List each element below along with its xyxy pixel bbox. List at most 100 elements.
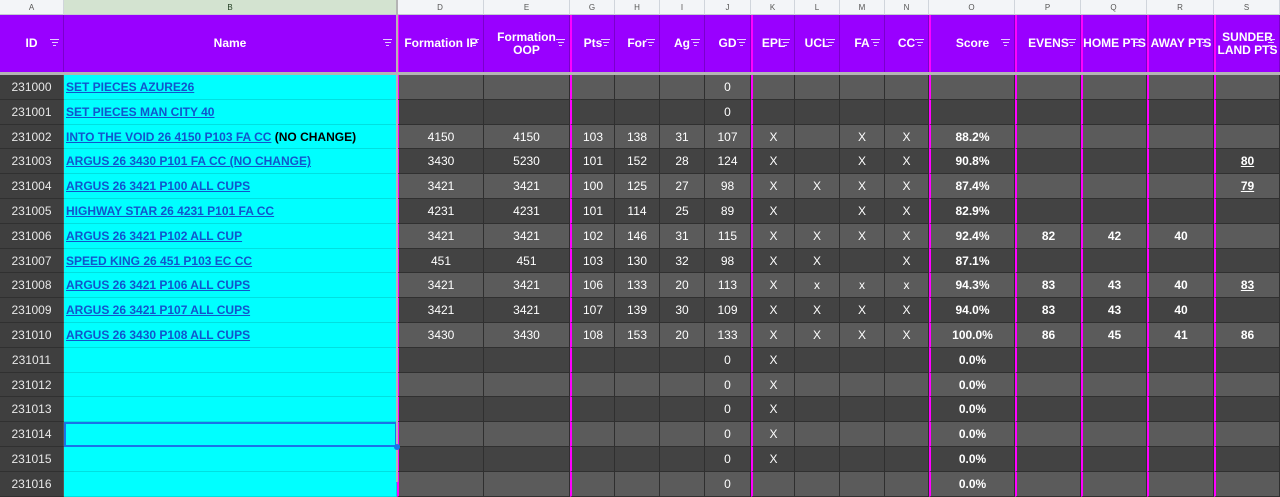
row-id[interactable]: 231016 — [0, 471, 64, 497]
header-fa[interactable]: FA — [840, 15, 885, 72]
data-cell-evens[interactable]: 82 — [1015, 223, 1081, 249]
data-cell-sunder-land-pts[interactable]: 80 — [1214, 149, 1280, 175]
row-id[interactable]: 231003 — [0, 149, 64, 175]
filter-icon[interactable] — [1200, 39, 1209, 47]
data-cell-ag[interactable]: 31 — [660, 223, 705, 249]
data-cell-formation-oop[interactable]: 4150 — [484, 124, 570, 150]
data-cell-cc[interactable] — [885, 471, 929, 497]
data-cell-evens[interactable] — [1015, 124, 1081, 150]
data-cell-sunder-land-pts[interactable] — [1214, 471, 1280, 497]
filter-icon[interactable] — [871, 39, 880, 47]
data-cell-ag[interactable] — [660, 422, 705, 447]
name-cell[interactable]: ARGUS 26 3421 P106 ALL CUPS — [64, 273, 397, 299]
data-cell-formation-oop[interactable]: 5230 — [484, 149, 570, 175]
data-cell-epl[interactable]: X — [751, 124, 795, 150]
filter-icon[interactable] — [826, 39, 835, 47]
name-cell[interactable]: ARGUS 26 3421 P102 ALL CUP — [64, 223, 397, 249]
data-cell-cc[interactable]: X — [885, 149, 929, 175]
data-cell-home-pts[interactable] — [1081, 471, 1147, 497]
data-cell-formation-ip[interactable]: 4231 — [397, 199, 484, 224]
filter-icon[interactable] — [1133, 39, 1142, 47]
data-cell-pts[interactable] — [570, 397, 615, 423]
column-letter-m[interactable]: M — [840, 0, 885, 15]
data-cell-score[interactable]: 0.0% — [929, 372, 1015, 398]
data-cell-evens[interactable] — [1015, 99, 1081, 125]
data-cell-gd[interactable]: 0 — [705, 99, 751, 125]
data-cell-cc[interactable] — [885, 99, 929, 125]
data-cell-sunder-land-pts[interactable] — [1214, 199, 1280, 224]
data-cell-away-pts[interactable] — [1147, 99, 1214, 125]
column-letter-o[interactable]: O — [929, 0, 1015, 15]
data-cell-ucl[interactable] — [795, 124, 840, 150]
row-id[interactable]: 231013 — [0, 397, 64, 423]
data-cell-sunder-land-pts[interactable] — [1214, 99, 1280, 125]
data-cell-fa[interactable]: X — [840, 323, 885, 348]
data-cell-home-pts[interactable] — [1081, 149, 1147, 175]
data-cell-formation-ip[interactable]: 3421 — [397, 174, 484, 199]
column-letter-d[interactable]: D — [397, 0, 484, 15]
data-cell-epl[interactable]: X — [751, 447, 795, 472]
data-cell-away-pts[interactable] — [1147, 397, 1214, 423]
data-cell-cc[interactable] — [885, 347, 929, 373]
data-cell-score[interactable] — [929, 75, 1015, 100]
column-letter-p[interactable]: P — [1015, 0, 1081, 15]
data-cell-for[interactable]: 139 — [615, 298, 660, 323]
data-cell-pts[interactable] — [570, 422, 615, 447]
data-cell-pts[interactable] — [570, 372, 615, 398]
data-cell-score[interactable]: 100.0% — [929, 323, 1015, 348]
data-cell-epl[interactable]: X — [751, 323, 795, 348]
data-cell-gd[interactable]: 133 — [705, 323, 751, 348]
data-cell-score[interactable]: 94.3% — [929, 273, 1015, 299]
name-link[interactable]: SPEED KING 26 451 P103 EC CC — [66, 254, 252, 268]
data-cell-pts[interactable] — [570, 75, 615, 100]
data-cell-gd[interactable]: 115 — [705, 223, 751, 249]
data-cell-for[interactable] — [615, 397, 660, 423]
data-cell-sunder-land-pts[interactable] — [1214, 124, 1280, 150]
data-cell-home-pts[interactable] — [1081, 248, 1147, 274]
data-cell-sunder-land-pts[interactable] — [1214, 75, 1280, 100]
data-cell-ucl[interactable]: x — [795, 273, 840, 299]
data-cell-cc[interactable]: X — [885, 174, 929, 199]
name-link[interactable]: ARGUS 26 3421 P107 ALL CUPS — [66, 303, 250, 317]
data-cell-sunder-land-pts[interactable] — [1214, 298, 1280, 323]
row-id[interactable]: 231005 — [0, 199, 64, 224]
data-cell-ucl[interactable] — [795, 397, 840, 423]
data-cell-epl[interactable] — [751, 471, 795, 497]
row-id[interactable]: 231007 — [0, 248, 64, 274]
data-cell-score[interactable]: 92.4% — [929, 223, 1015, 249]
data-cell-cc[interactable] — [885, 397, 929, 423]
data-cell-fa[interactable] — [840, 75, 885, 100]
data-cell-epl[interactable]: X — [751, 273, 795, 299]
filter-icon[interactable] — [1067, 39, 1076, 47]
name-cell[interactable] — [64, 372, 397, 398]
row-id[interactable]: 231014 — [0, 422, 64, 447]
data-cell-formation-ip[interactable] — [397, 75, 484, 100]
name-link[interactable]: ARGUS 26 3421 P100 ALL CUPS — [66, 179, 250, 193]
name-cell[interactable]: ARGUS 26 3430 P108 ALL CUPS — [64, 323, 397, 348]
column-letter-n[interactable]: N — [885, 0, 929, 15]
name-cell[interactable]: SPEED KING 26 451 P103 EC CC — [64, 248, 397, 274]
data-cell-ag[interactable]: 30 — [660, 298, 705, 323]
data-cell-formation-oop[interactable] — [484, 75, 570, 100]
data-cell-for[interactable] — [615, 75, 660, 100]
data-cell-cc[interactable] — [885, 422, 929, 447]
data-cell-ag[interactable] — [660, 99, 705, 125]
name-cell[interactable]: SET PIECES MAN CITY 40 — [64, 99, 397, 125]
data-cell-ucl[interactable] — [795, 75, 840, 100]
data-cell-for[interactable] — [615, 447, 660, 472]
data-cell-pts[interactable]: 101 — [570, 149, 615, 175]
header-ag[interactable]: Ag — [660, 15, 705, 72]
row-id[interactable]: 231012 — [0, 372, 64, 398]
data-cell-pts[interactable]: 107 — [570, 298, 615, 323]
data-cell-formation-oop[interactable] — [484, 347, 570, 373]
column-letter-l[interactable]: L — [795, 0, 840, 15]
data-cell-home-pts[interactable] — [1081, 75, 1147, 100]
data-cell-evens[interactable] — [1015, 372, 1081, 398]
data-cell-formation-oop[interactable] — [484, 397, 570, 423]
data-cell-gd[interactable]: 0 — [705, 471, 751, 497]
data-cell-sunder-land-pts[interactable] — [1214, 347, 1280, 373]
data-cell-home-pts[interactable]: 45 — [1081, 323, 1147, 348]
data-cell-score[interactable]: 0.0% — [929, 422, 1015, 447]
data-cell-epl[interactable] — [751, 75, 795, 100]
column-letter-g[interactable]: G — [570, 0, 615, 15]
